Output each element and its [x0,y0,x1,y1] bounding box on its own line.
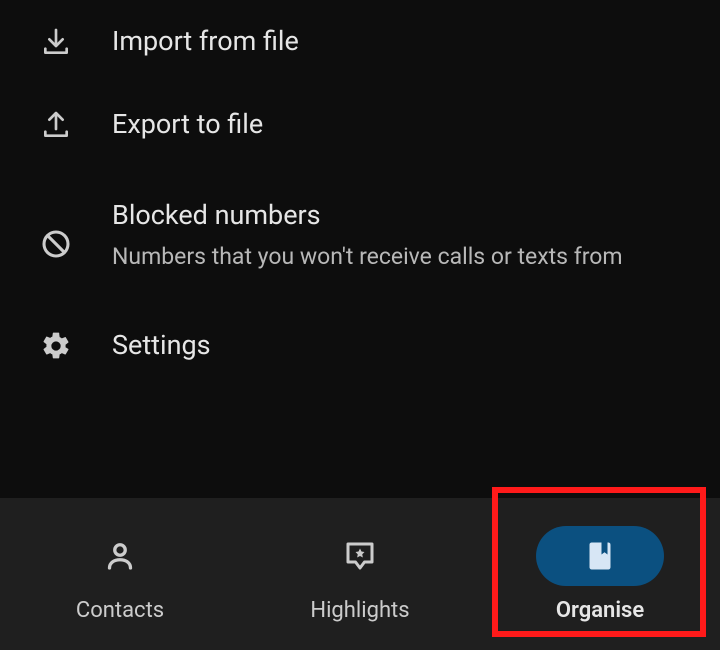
blocked-label: Blocked numbers [112,198,696,233]
organise-icon [536,526,664,586]
nav-organise-label: Organise [556,598,644,623]
import-label: Import from file [112,24,696,59]
export-to-file-item[interactable]: Export to file [0,83,720,166]
contacts-icon [56,526,184,586]
highlights-icon [296,526,424,586]
settings-label: Settings [112,328,696,363]
blocked-description: Numbers that you won't receive calls or … [112,241,696,272]
gear-icon [40,330,112,362]
settings-item[interactable]: Settings [0,304,720,387]
blocked-numbers-item[interactable]: Blocked numbers Numbers that you won't r… [0,166,720,304]
import-icon [40,26,112,58]
settings-list: Import from file Export to file Blocked … [0,0,720,387]
export-label: Export to file [112,107,696,142]
nav-highlights[interactable]: Highlights [240,498,480,650]
block-icon [40,198,112,260]
nav-contacts-label: Contacts [76,598,164,623]
export-icon [40,109,112,141]
bottom-navigation: Contacts Highlights Organise [0,498,720,650]
nav-organise[interactable]: Organise [480,498,720,650]
nav-contacts[interactable]: Contacts [0,498,240,650]
import-from-file-item[interactable]: Import from file [0,0,720,83]
nav-highlights-label: Highlights [310,598,409,623]
